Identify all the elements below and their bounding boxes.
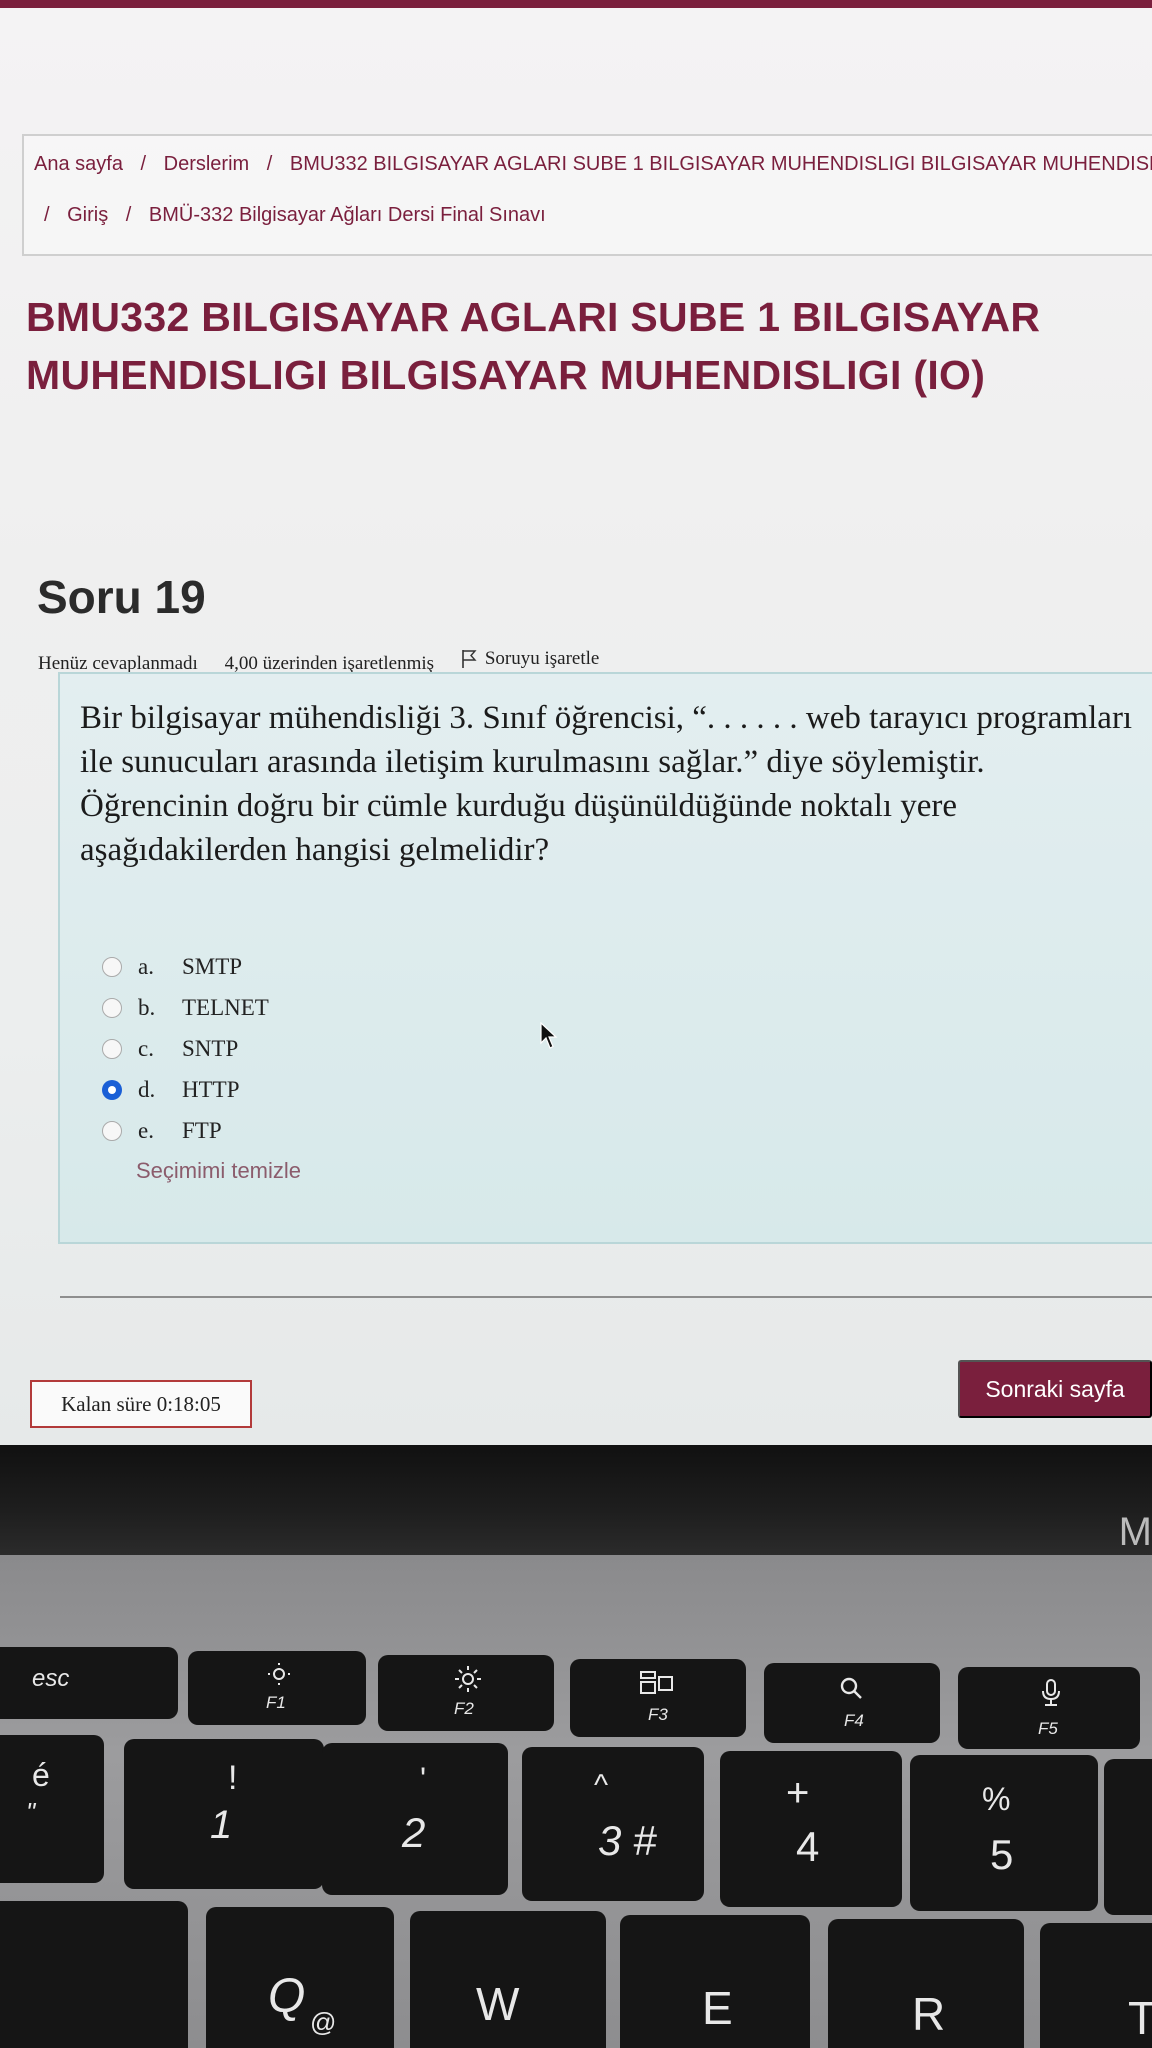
key-label: T <box>1128 1992 1152 2044</box>
answer-text: SNTP <box>182 1035 239 1061</box>
key-5[interactable]: % 5 <box>910 1755 1098 1911</box>
page-title: BMU332 BILGISAYAR AGLARI SUBE 1 BILGISAY… <box>26 294 1041 398</box>
key-e[interactable]: E <box>620 1915 810 2048</box>
radio-button[interactable] <box>102 997 122 1018</box>
answer-option-b[interactable]: b. TELNET <box>102 987 269 1028</box>
key-4[interactable]: + 4 <box>720 1751 902 1907</box>
key-2[interactable]: ' 2 <box>322 1743 508 1895</box>
radio-button[interactable] <box>102 956 122 977</box>
key-sublabel: ! <box>228 1759 238 1797</box>
key-3[interactable]: ^ 3 # <box>522 1747 704 1901</box>
flag-icon <box>462 650 477 668</box>
key-t[interactable]: T <box>1040 1923 1152 2048</box>
key-sublabel: @ <box>310 2007 337 2037</box>
breadcrumb-separator: / <box>266 153 273 175</box>
answer-letter: c. <box>138 1035 154 1061</box>
key-label: Q <box>268 1970 306 2023</box>
key-f3[interactable]: F3 <box>570 1659 746 1737</box>
time-remaining: Kalan süre 0:18:05 <box>30 1380 252 1428</box>
key-label: F2 <box>454 1699 474 1718</box>
brightness-down-icon <box>268 1663 290 1685</box>
laptop-bezel <box>0 1445 1152 1555</box>
key-q[interactable]: Q @ <box>206 1907 394 2048</box>
mouse-cursor-icon <box>540 1022 558 1049</box>
answer-option-d[interactable]: d. HTTP <box>102 1069 269 1110</box>
browser-screen: Ana sayfa / Derslerim / BMU332 BILGISAYA… <box>0 0 1152 1445</box>
breadcrumb-quiz[interactable]: BMÜ-332 Bilgisayar Ağları Dersi Final Sı… <box>149 204 546 226</box>
key-f4[interactable]: F4 <box>764 1663 940 1743</box>
microphone-icon <box>1042 1679 1060 1706</box>
breadcrumb-course[interactable]: BMU332 BILGISAYAR AGLARI SUBE 1 BILGISAY… <box>290 153 1152 175</box>
radio-button[interactable] <box>102 1038 122 1059</box>
breadcrumb-section[interactable]: Giriş <box>67 204 108 226</box>
answer-option-c[interactable]: c. SNTP <box>102 1028 269 1069</box>
answer-option-e[interactable]: e. FTP <box>102 1110 269 1151</box>
breadcrumb-home[interactable]: Ana sayfa <box>34 153 123 175</box>
key-f5[interactable]: F5 <box>958 1667 1140 1749</box>
breadcrumb-separator: / <box>44 204 50 226</box>
question-text: Bir bilgisayar mühendisliği 3. Sınıf öğr… <box>80 700 1133 868</box>
key-tab-partial[interactable] <box>0 1901 188 2048</box>
key-6-partial[interactable] <box>1104 1759 1152 1915</box>
answer-letter: e. <box>138 1117 154 1143</box>
answer-text: SMTP <box>182 953 243 979</box>
key-quote[interactable]: é " <box>0 1735 104 1883</box>
breadcrumb: Ana sayfa / Derslerim / BMU332 BILGISAYA… <box>22 134 1152 256</box>
key-label: F4 <box>844 1711 864 1730</box>
key-label: F3 <box>648 1705 668 1724</box>
key-f1[interactable]: F1 <box>188 1651 366 1725</box>
clear-choice-link[interactable]: Seçimimi temizle <box>136 1158 301 1184</box>
key-label: R <box>912 1988 946 2040</box>
key-1[interactable]: ! 1 <box>124 1739 324 1889</box>
search-icon <box>840 1677 862 1699</box>
key-label: 2 <box>402 1809 426 1856</box>
key-r[interactable]: R <box>828 1919 1024 2048</box>
key-label: " <box>26 1797 36 1827</box>
key-sublabel: é <box>32 1757 50 1793</box>
key-label: 4 <box>796 1823 820 1870</box>
answer-text: HTTP <box>182 1076 240 1102</box>
key-sublabel: ^ <box>594 1769 609 1802</box>
answer-text: FTP <box>182 1117 222 1143</box>
flag-question-link[interactable]: Soruyu işaretle <box>461 648 622 670</box>
answer-letter: a. <box>138 953 154 979</box>
key-label: 1 <box>210 1803 233 1847</box>
top-navbar <box>0 0 1152 8</box>
key-f2[interactable]: F2 <box>378 1655 554 1731</box>
question-info: Henüz cevaplanmadı 4,00 üzerinden işaret… <box>38 648 643 675</box>
brightness-up-icon <box>455 1666 481 1692</box>
key-label: E <box>702 1982 733 2034</box>
radio-button[interactable] <box>102 1120 122 1141</box>
answer-letter: d. <box>138 1076 156 1102</box>
key-label: W <box>476 1978 520 2030</box>
laptop-brand-text: M <box>1118 1510 1152 1554</box>
question-number: Soru 19 <box>37 571 206 623</box>
key-label: 5 <box>990 1831 1014 1878</box>
answer-letter: b. <box>138 994 156 1020</box>
mission-control-icon <box>640 1671 673 1694</box>
key-label: esc <box>32 1665 70 1692</box>
key-label: 3 # <box>598 1817 657 1864</box>
key-esc[interactable]: esc <box>0 1647 178 1719</box>
divider <box>60 1296 1152 1298</box>
answer-options: a. SMTP b. TELNET c. SNTP d. HTTP e. FTP <box>102 946 269 1151</box>
breadcrumb-my-courses[interactable]: Derslerim <box>164 153 250 175</box>
question-status: Henüz cevaplanmadı <box>38 653 198 674</box>
breadcrumb-separator: / <box>140 153 147 175</box>
key-label: F1 <box>266 1693 286 1712</box>
next-page-button[interactable]: Sonraki sayfa <box>958 1360 1152 1418</box>
breadcrumb-separator: / <box>125 204 132 226</box>
key-w[interactable]: W <box>410 1911 606 2048</box>
question-marks: 4,00 üzerinden işaretlenmiş <box>224 653 435 674</box>
key-sublabel: ' <box>420 1761 427 1797</box>
key-label: F5 <box>1038 1719 1058 1738</box>
laptop-keyboard: esc F1 F2 F3 F4 F5 é " ! 1 ' 2 ^ 3 # + 4… <box>0 1555 1152 2048</box>
flag-question-label: Soruyu işaretle <box>484 648 600 669</box>
answer-option-a[interactable]: a. SMTP <box>102 946 269 987</box>
radio-button-selected[interactable] <box>102 1079 122 1100</box>
answer-text: TELNET <box>182 994 269 1020</box>
key-sublabel: + <box>786 1771 810 1815</box>
key-sublabel: % <box>982 1781 1011 1817</box>
question-content-box: Bir bilgisayar mühendisliği 3. Sınıf öğr… <box>58 672 1152 1244</box>
